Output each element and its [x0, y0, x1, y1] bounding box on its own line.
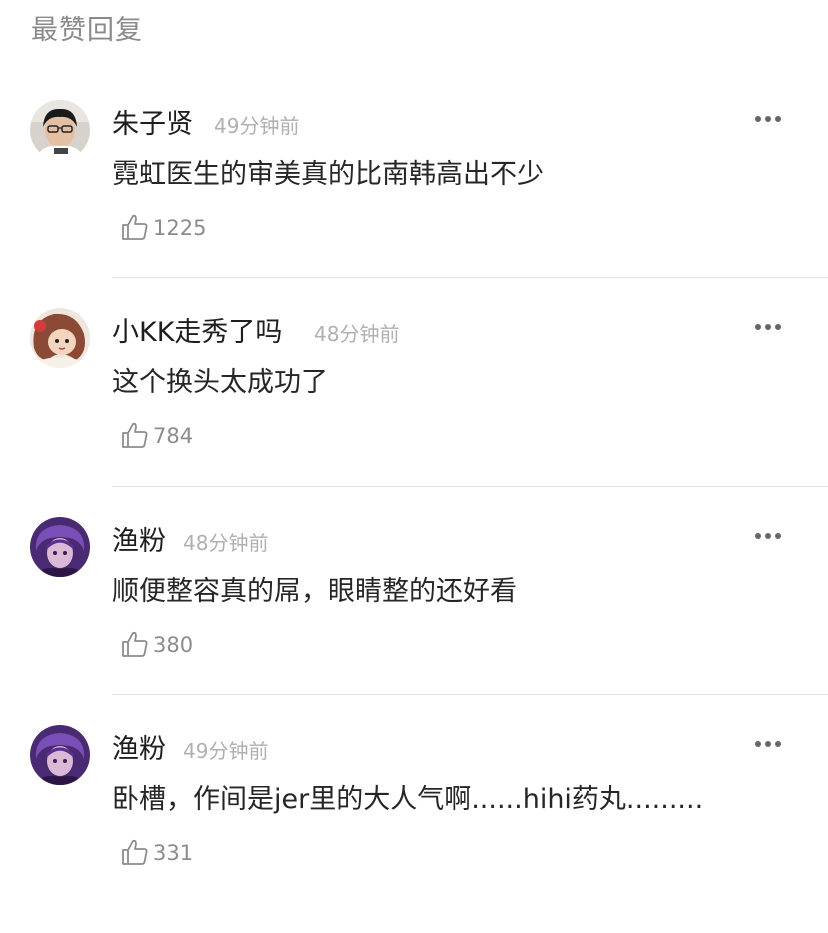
like-button[interactable]: 380	[120, 627, 193, 661]
more-dots-icon	[755, 741, 761, 747]
comment-text: 顺便整容真的屌，眼睛整的还好看	[112, 576, 517, 607]
comment-time: 49分钟前	[214, 114, 300, 138]
comment-time: 48分钟前	[183, 531, 269, 555]
more-options-button[interactable]	[748, 104, 788, 134]
comment-author[interactable]: 渔粉	[112, 727, 166, 766]
like-count: 784	[153, 424, 194, 448]
more-options-button[interactable]	[748, 729, 788, 759]
like-count: 1225	[153, 216, 207, 240]
comment-item: 小KK走秀了吗 48分钟前 这个换头太成功了 784	[0, 308, 828, 516]
like-button[interactable]: 1225	[120, 210, 206, 244]
comment-item: 渔粉 49分钟前 卧槽，作间是jer里的大人气啊......hihi药丸....…	[0, 725, 828, 933]
comment-time: 49分钟前	[183, 739, 269, 763]
thumbs-up-icon	[122, 214, 148, 240]
more-dots-icon	[755, 324, 761, 330]
divider	[112, 486, 828, 487]
more-dots-icon	[755, 533, 761, 539]
user-avatar[interactable]	[30, 517, 90, 577]
purple-game-character-avatar-icon	[30, 725, 90, 785]
more-options-button[interactable]	[748, 312, 788, 342]
cartoon-girl-avatar-icon	[30, 308, 90, 368]
like-button[interactable]: 331	[120, 835, 193, 869]
comment-text: 这个换头太成功了	[112, 367, 328, 398]
comment-author[interactable]: 小KK走秀了吗	[112, 310, 282, 349]
purple-game-character-avatar-icon	[30, 517, 90, 577]
divider	[112, 694, 828, 695]
more-options-button[interactable]	[748, 521, 788, 551]
like-button[interactable]: 784	[120, 418, 193, 452]
more-dots-icon	[755, 116, 761, 122]
section-title: 最赞回复	[31, 15, 143, 46]
comment-author[interactable]: 渔粉	[112, 519, 166, 558]
user-avatar[interactable]	[30, 725, 90, 785]
thumbs-up-icon	[122, 631, 148, 657]
comment-time: 48分钟前	[314, 322, 400, 346]
comment-text: 霓虹医生的审美真的比南韩高出不少	[112, 159, 544, 190]
comment-text: 卧槽，作间是jer里的大人气啊......hihi药丸.........	[112, 784, 704, 815]
user-avatar[interactable]	[30, 100, 90, 160]
like-count: 331	[153, 841, 194, 865]
thumbs-up-icon	[122, 422, 148, 448]
thumbs-up-icon	[122, 839, 148, 865]
like-count: 380	[153, 633, 194, 657]
man-with-glasses-avatar-icon	[30, 100, 90, 160]
comment-author[interactable]: 朱子贤	[112, 102, 193, 141]
divider	[112, 277, 828, 278]
user-avatar[interactable]	[30, 308, 90, 368]
